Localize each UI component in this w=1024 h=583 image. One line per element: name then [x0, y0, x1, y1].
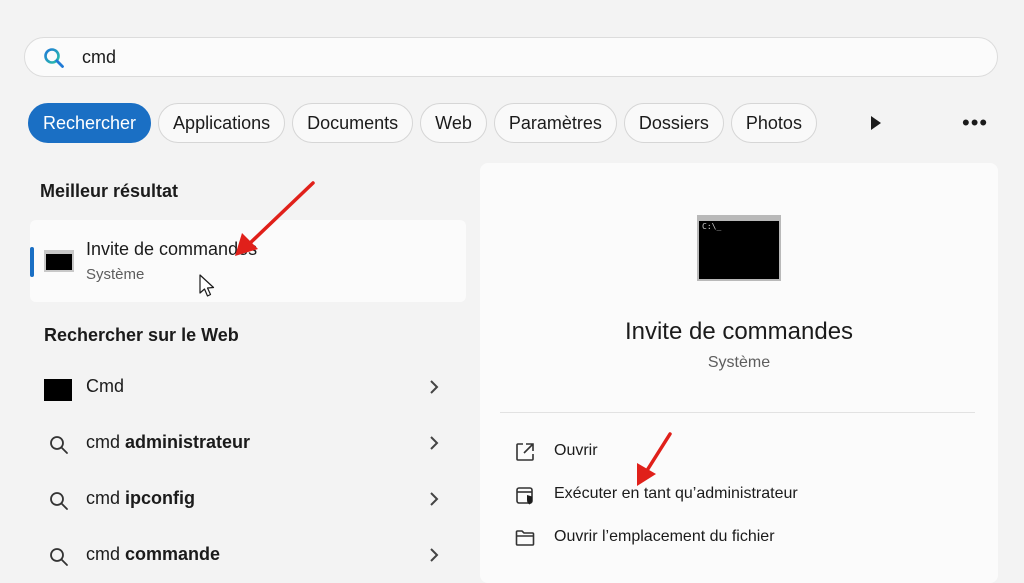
web-result-bold: commande: [125, 544, 221, 564]
selection-indicator: [30, 247, 34, 277]
web-search-heading: Rechercher sur le Web: [44, 325, 239, 345]
search-icon: [44, 48, 64, 68]
web-result-bold: ipconfig: [125, 488, 196, 508]
action-open[interactable]: Ouvrir: [514, 436, 954, 466]
search-icon: [50, 548, 68, 566]
web-result-item[interactable]: cmd administrateur: [30, 420, 466, 470]
web-result-text: cmd: [86, 488, 126, 508]
more-options-icon[interactable]: •••: [962, 110, 988, 136]
action-label: Ouvrir l’emplacement du fichier: [554, 528, 775, 545]
best-match-heading: Meilleur résultat: [40, 181, 179, 201]
detail-subtitle: Système: [707, 354, 771, 371]
filter-chip-photos[interactable]: Photos: [730, 103, 817, 143]
action-label: Exécuter en tant qu’administrateur: [554, 485, 798, 502]
filter-chip-rechercher[interactable]: Rechercher: [28, 103, 152, 143]
action-run-as-admin[interactable]: Exécuter en tant qu’administrateur: [514, 479, 954, 509]
open-external-icon: [516, 443, 534, 461]
web-result-item[interactable]: Cmd: [30, 364, 466, 414]
best-match-title: Invite de commandes: [86, 239, 258, 259]
best-match-item[interactable]: Invite de commandes Système: [30, 220, 466, 302]
filter-chip-documents[interactable]: Documents: [292, 103, 414, 143]
best-match-subtitle: Système: [86, 266, 145, 283]
chevron-right-icon: [430, 380, 439, 394]
filter-bar: Rechercher Applications Documents Web Pa…: [28, 102, 817, 144]
search-icon: [50, 492, 68, 510]
play-icon[interactable]: [868, 114, 884, 132]
cmd-icon: [44, 379, 72, 401]
web-result-item[interactable]: cmd commande: [30, 532, 466, 582]
folder-icon: [515, 530, 535, 546]
search-input[interactable]: cmd: [82, 47, 116, 68]
web-result-text: cmd: [86, 544, 126, 564]
divider: [500, 412, 975, 413]
command-prompt-icon: [44, 250, 74, 272]
command-prompt-icon: C:\_: [697, 215, 781, 281]
filter-chip-parametres[interactable]: Paramètres: [493, 103, 617, 143]
web-result-item[interactable]: cmd ipconfig: [30, 476, 466, 526]
detail-panel: C:\_ Invite de commandes Système Ouvrir …: [480, 163, 998, 583]
filter-chip-applications[interactable]: Applications: [158, 103, 286, 143]
chevron-right-icon: [430, 436, 439, 450]
search-icon: [50, 436, 68, 454]
action-open-file-location[interactable]: Ouvrir l’emplacement du fichier: [514, 522, 954, 552]
filter-chip-web[interactable]: Web: [420, 103, 487, 143]
web-result-text: Cmd: [86, 376, 125, 396]
web-result-text: cmd: [86, 432, 126, 452]
shield-icon: [516, 487, 533, 505]
chevron-right-icon: [430, 492, 439, 506]
search-bar[interactable]: cmd: [24, 37, 998, 77]
detail-title: Invite de commandes: [624, 318, 854, 345]
action-label: Ouvrir: [554, 442, 598, 459]
web-result-bold: administrateur: [125, 432, 251, 452]
filter-chip-dossiers[interactable]: Dossiers: [623, 103, 724, 143]
chevron-right-icon: [430, 548, 439, 562]
